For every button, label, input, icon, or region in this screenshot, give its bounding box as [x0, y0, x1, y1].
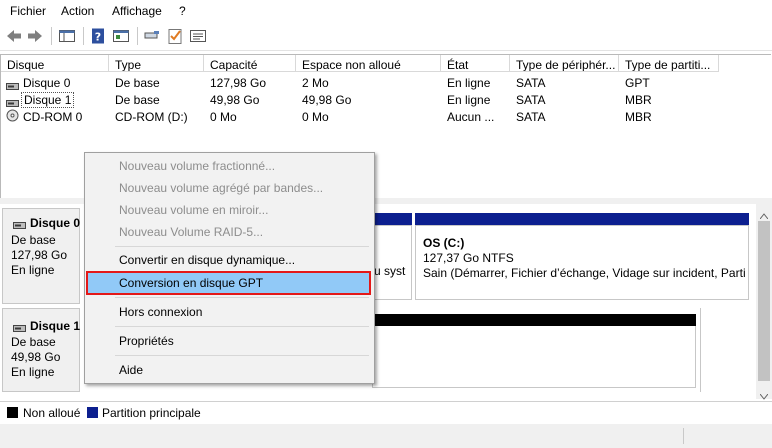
menu-affichage[interactable]: Affichage — [112, 4, 162, 18]
cell-partition: MBR — [625, 93, 652, 107]
column-header-peripherique[interactable]: Type de périphér... — [510, 55, 619, 72]
details-icon[interactable] — [189, 27, 207, 45]
disk-0-state: En ligne — [11, 263, 55, 277]
scroll-thumb[interactable] — [758, 221, 770, 381]
disk-icon — [13, 321, 26, 335]
menu-separator — [115, 297, 369, 298]
menu-action[interactable]: Action — [61, 4, 94, 18]
disk-icon — [13, 218, 26, 232]
disk-1-type: De base — [11, 335, 56, 349]
menu-item-new-mirrored-volume: Nouveau volume en miroir... — [119, 203, 269, 217]
disk-1-state: En ligne — [11, 365, 55, 379]
cell-partition: GPT — [625, 76, 650, 90]
partition-bar-primary — [415, 213, 749, 225]
legend-unallocated-swatch — [7, 407, 18, 418]
menu-separator — [115, 246, 369, 247]
column-header-espace[interactable]: Espace non alloué — [296, 55, 441, 72]
partition-os[interactable]: OS (C:) 127,37 Go NTFS Sain (Démarrer, F… — [415, 225, 749, 300]
menu-item-properties[interactable]: Propriétés — [119, 334, 174, 348]
menu-separator — [115, 355, 369, 356]
menu-bar: Fichier Action Affichage ? — [0, 0, 772, 22]
connect-icon[interactable] — [143, 27, 161, 45]
cell-state: En ligne — [447, 93, 491, 107]
partition-os-size: 127,37 Go NTFS — [423, 251, 514, 265]
properties-icon[interactable] — [112, 27, 130, 45]
status-bar — [0, 424, 772, 448]
disk-1-label[interactable]: Disque 1 De base 49,98 Go En ligne — [2, 308, 80, 392]
menu-item-convert-gpt[interactable]: Conversion en disque GPT — [119, 276, 263, 290]
table-row[interactable]: Disque 0 De base 127,98 Go 2 Mo En ligne… — [1, 74, 771, 91]
menu-separator — [115, 326, 369, 327]
legend: Non alloué Partition principale — [0, 401, 772, 424]
disk-0-size: 127,98 Go — [11, 248, 68, 262]
disk-0-label[interactable]: Disque 0 De base 127,98 Go En ligne — [2, 208, 80, 304]
cell-disk-name: CD-ROM 0 — [23, 110, 83, 124]
cell-disk-name: Disque 1 — [21, 92, 75, 108]
menu-item-new-raid5-volume: Nouveau Volume RAID-5... — [119, 225, 264, 239]
cell-unallocated: 2 Mo — [302, 76, 329, 90]
help-icon[interactable]: ? — [89, 27, 107, 45]
unallocated-space[interactable] — [372, 326, 696, 388]
column-header-type[interactable]: Type — [109, 55, 204, 72]
partition-efi-label: u syst — [374, 264, 406, 278]
menu-item-offline[interactable]: Hors connexion — [119, 305, 202, 319]
column-header-disque[interactable]: Disque — [1, 55, 109, 72]
cell-capacity: 127,98 Go — [210, 76, 267, 90]
unallocated-bar — [372, 314, 696, 326]
cell-state: Aucun ... — [447, 110, 495, 124]
menu-help[interactable]: ? — [179, 4, 186, 18]
legend-primary-swatch — [87, 407, 98, 418]
cell-unallocated: 0 Mo — [302, 110, 329, 124]
cell-type: De base — [115, 76, 160, 90]
menu-item-help[interactable]: Aide — [119, 363, 143, 377]
column-header-capacite[interactable]: Capacité — [204, 55, 296, 72]
legend-primary-label: Partition principale — [102, 406, 201, 420]
cell-capacity: 49,98 Go — [210, 93, 260, 107]
cell-partition: MBR — [625, 110, 652, 124]
menu-item-new-striped-volume: Nouveau volume agrégé par bandes... — [119, 181, 324, 195]
cell-device: SATA — [516, 110, 546, 124]
partition-os-status: Sain (Démarrer, Fichier d’échange, Vidag… — [423, 266, 745, 280]
cell-device: SATA — [516, 76, 546, 90]
column-header-partition[interactable]: Type de partiti... — [619, 55, 719, 72]
cell-type: De base — [115, 93, 160, 107]
cell-type: CD-ROM (D:) — [115, 110, 188, 124]
scroll-up-icon[interactable] — [759, 208, 769, 222]
partition-bar-primary — [372, 213, 412, 225]
disk-1-size: 49,98 Go — [11, 350, 61, 364]
legend-unallocated-label: Non alloué — [23, 406, 81, 420]
svg-text:?: ? — [95, 31, 101, 44]
cdrom-icon — [6, 109, 19, 125]
table-row[interactable]: CD-ROM 0 CD-ROM (D:) 0 Mo 0 Mo Aucun ...… — [1, 108, 771, 125]
cell-capacity: 0 Mo — [210, 110, 237, 124]
back-arrow-icon[interactable] — [5, 27, 23, 45]
menu-item-convert-dynamic[interactable]: Convertir en disque dynamique... — [119, 253, 295, 267]
disk-0-title: Disque 0 — [30, 216, 81, 230]
toolbar: ? — [0, 22, 772, 51]
forward-arrow-icon[interactable] — [26, 27, 44, 45]
cell-state: En ligne — [447, 76, 491, 90]
disk-1-title: Disque 1 — [30, 319, 81, 333]
disk-0-type: De base — [11, 233, 56, 247]
partition-os-title: OS (C:) — [423, 236, 465, 250]
partition-efi[interactable]: u syst — [372, 225, 412, 300]
context-menu: Nouveau volume fractionné... Nouveau vol… — [84, 152, 375, 384]
menu-item-new-spanned-volume: Nouveau volume fractionné... — [119, 159, 276, 173]
menu-fichier[interactable]: Fichier — [10, 4, 46, 18]
checklist-icon[interactable] — [166, 27, 184, 45]
cell-device: SATA — [516, 93, 546, 107]
table-row[interactable]: Disque 1 De base 49,98 Go 49,98 Go En li… — [1, 91, 771, 108]
column-header-etat[interactable]: État — [441, 55, 510, 72]
vertical-scrollbar[interactable] — [756, 204, 772, 400]
console-tree-icon[interactable] — [58, 27, 76, 45]
cell-disk-name: Disque 0 — [23, 76, 71, 90]
cell-unallocated: 49,98 Go — [302, 93, 352, 107]
